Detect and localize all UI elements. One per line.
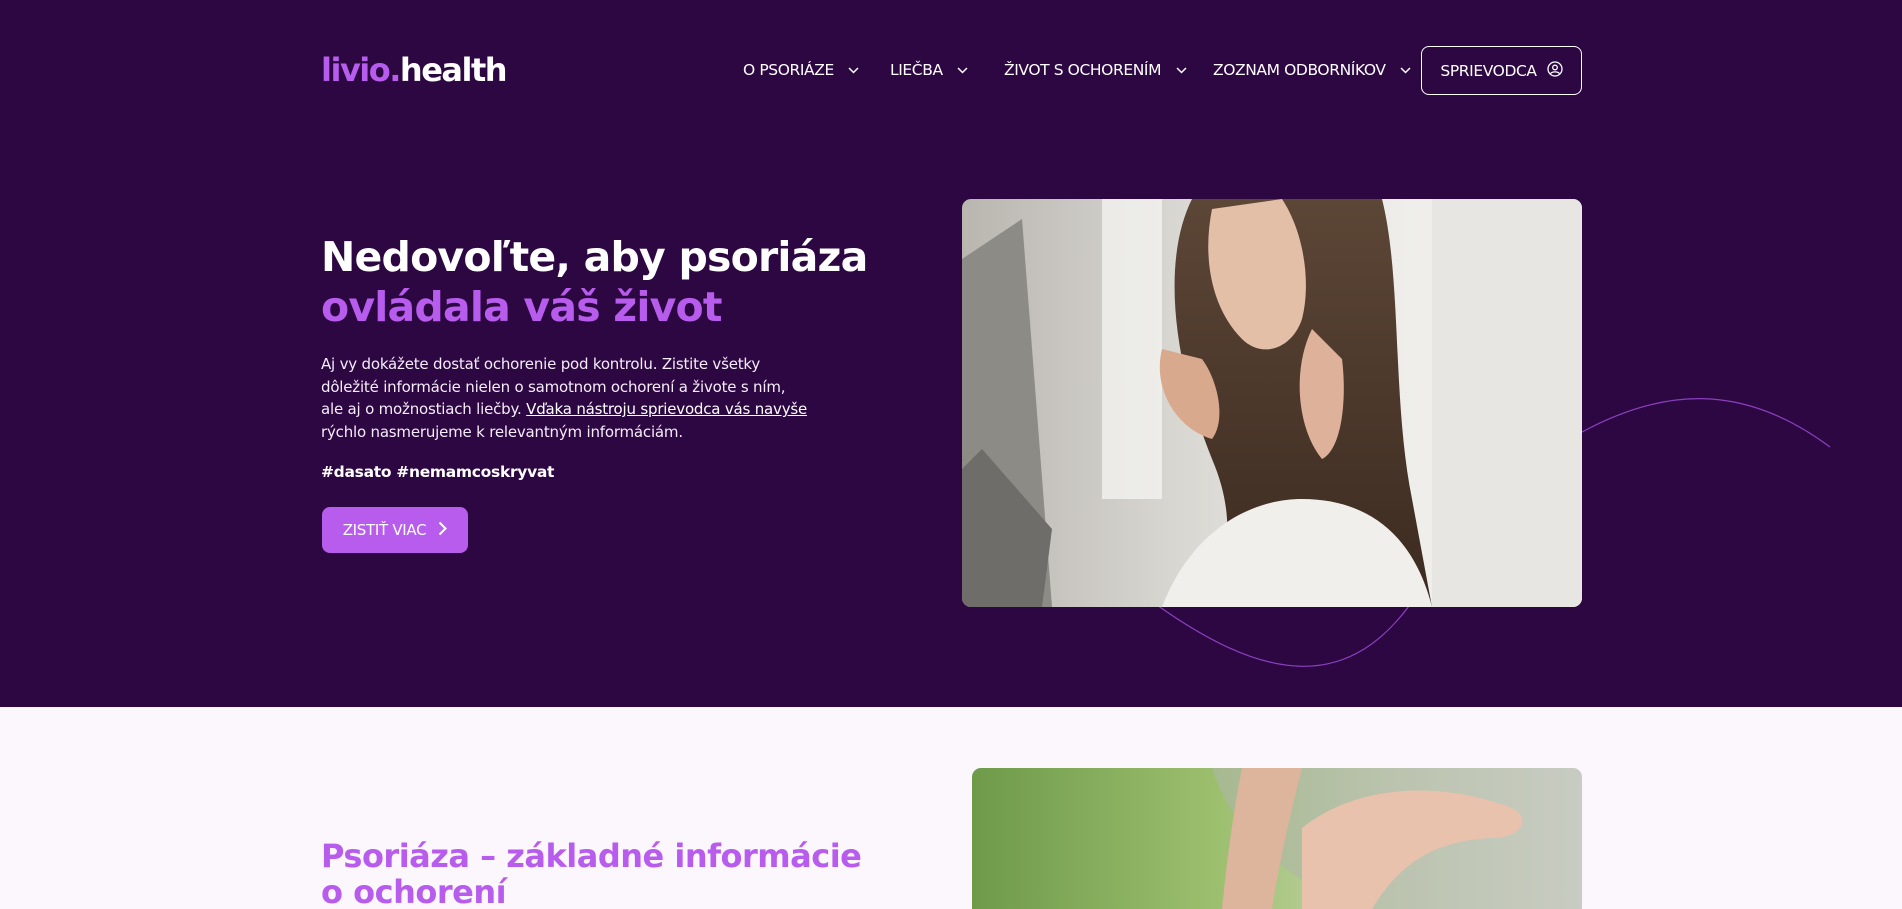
chevron-down-icon <box>957 64 969 76</box>
chevron-right-icon <box>438 521 448 540</box>
nav-item-zivot-s-ochorenim[interactable]: ŽIVOT S OCHORENÍM <box>1004 46 1187 94</box>
section-photo-hands <box>972 768 1582 909</box>
decorative-curve <box>1149 398 1831 667</box>
nav-item-zoznam-odbornikov[interactable]: ZOZNAM ODBORNÍKOV <box>1213 46 1412 94</box>
nav-item-label: ŽIVOT S OCHORENÍM <box>1004 61 1162 79</box>
guide-link[interactable]: Vďaka nástroju sprievodca vás navyše <box>526 400 807 418</box>
section-title-basic-info: Psoriáza – základné informácie o ochoren… <box>321 837 862 909</box>
user-circle-icon <box>1546 60 1563 81</box>
chevron-down-icon <box>848 64 860 76</box>
hero-title-line2: ovládala váš život <box>321 283 723 331</box>
site-logo[interactable]: livio.health <box>321 50 508 90</box>
chevron-down-icon <box>1175 64 1187 76</box>
section-title-line1: Psoriáza – základné informácie <box>321 837 862 875</box>
nav-item-label: ZOZNAM ODBORNÍKOV <box>1213 61 1386 79</box>
hashtags: #dasato #nemamcoskryvat <box>321 463 555 481</box>
nav-item-label: LIEČBA <box>890 61 943 79</box>
chevron-down-icon <box>1400 64 1412 76</box>
hero-description: Aj vy dokážete dostať ochorenie pod kont… <box>321 353 811 443</box>
nav-item-liecba[interactable]: LIEČBA <box>890 46 969 94</box>
hero-section: livio.health O PSORIÁZE LIEČBA ŽIVOT S O… <box>0 0 1902 707</box>
learn-more-label: ZISTIŤ VIAC <box>342 521 427 539</box>
hero-photo-woman-mirror <box>962 199 1582 607</box>
nav-item-o-psoriaze[interactable]: O PSORIÁZE <box>743 46 860 94</box>
guide-button-label: SPRIEVODCA <box>1440 61 1537 80</box>
learn-more-button[interactable]: ZISTIŤ VIAC <box>322 507 468 553</box>
hero-title-line1: Nedovoľte, aby psoriáza <box>321 233 868 281</box>
nav-item-label: O PSORIÁZE <box>743 61 834 79</box>
logo-part-livio: livio. <box>321 51 401 89</box>
section-title-line2: o ochorení <box>321 873 507 909</box>
guide-button[interactable]: SPRIEVODCA <box>1421 46 1582 95</box>
hero-text-part2: rýchlo nasmerujeme k relevantným informá… <box>321 422 683 441</box>
logo-part-health: health <box>399 51 508 89</box>
hero-title: Nedovoľte, aby psoriáza ovládala váš živ… <box>321 232 868 332</box>
